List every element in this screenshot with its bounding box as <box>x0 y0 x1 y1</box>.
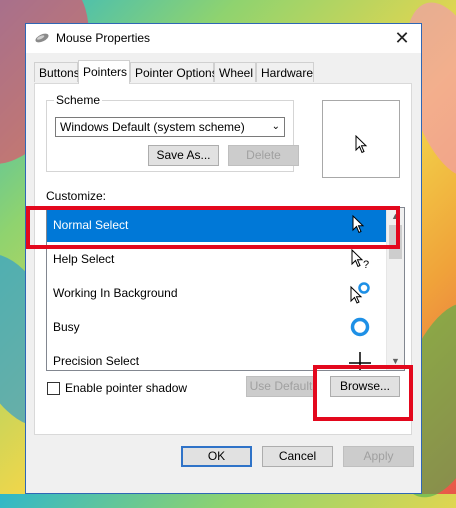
list-item-label: Precision Select <box>53 354 140 368</box>
tab-hardware[interactable]: Hardware <box>256 62 314 82</box>
list-item-label: Normal Select <box>53 218 129 232</box>
delete-button[interactable]: Delete <box>228 145 299 166</box>
ok-button[interactable]: OK <box>181 446 252 467</box>
enable-pointer-shadow-checkbox[interactable] <box>47 382 60 395</box>
scheme-select[interactable]: Windows Default (system scheme) ⌄ <box>55 117 285 137</box>
list-item[interactable]: Normal Select <box>47 208 389 242</box>
tab-wheel[interactable]: Wheel <box>214 62 256 82</box>
tab-strip: Buttons Pointers Pointer Options Wheel H… <box>34 60 414 84</box>
customize-label: Customize: <box>46 189 107 203</box>
pointers-panel: Scheme Windows Default (system scheme) ⌄… <box>34 83 412 435</box>
scroll-down-icon[interactable]: ▼ <box>387 353 404 370</box>
tab-buttons[interactable]: Buttons <box>34 62 80 82</box>
tab-pointers[interactable]: Pointers <box>78 60 130 84</box>
apply-button[interactable]: Apply <box>343 446 414 467</box>
arrow-cursor-icon <box>352 214 365 234</box>
scheme-select-value: Windows Default (system scheme) <box>60 120 245 134</box>
scroll-thumb[interactable] <box>389 225 402 259</box>
cursor-list[interactable]: Normal Select Help Select ? Working In B… <box>46 207 405 371</box>
list-item[interactable]: Busy <box>47 310 389 344</box>
list-item[interactable]: Help Select ? <box>47 242 389 276</box>
list-item[interactable]: Working In Background <box>47 276 389 310</box>
list-item-label: Working In Background <box>53 286 178 300</box>
browse-button[interactable]: Browse... <box>330 376 400 397</box>
window-title: Mouse Properties <box>56 31 151 45</box>
mouse-properties-dialog: Mouse Properties ✕ Buttons Pointers Poin… <box>25 23 422 494</box>
use-default-button[interactable]: Use Default <box>246 376 316 397</box>
scheme-group: Scheme Windows Default (system scheme) ⌄… <box>46 93 299 172</box>
busy-cursor-icon <box>350 317 370 337</box>
list-item-label: Busy <box>53 320 80 334</box>
chevron-down-icon: ⌄ <box>271 121 280 132</box>
cursor-preview <box>322 100 400 178</box>
help-cursor-icon: ? <box>351 248 369 270</box>
close-button[interactable]: ✕ <box>383 24 421 53</box>
arrow-cursor-icon <box>355 135 368 154</box>
list-item-label: Help Select <box>53 252 115 266</box>
enable-pointer-shadow-label: Enable pointer shadow <box>65 381 188 395</box>
scheme-label: Scheme <box>54 93 103 107</box>
svg-text:?: ? <box>363 259 369 270</box>
close-icon: ✕ <box>394 28 410 48</box>
title-bar: Mouse Properties ✕ <box>26 24 421 53</box>
working-cursor-icon <box>350 282 370 304</box>
mouse-icon <box>35 33 49 43</box>
tab-pointer-options[interactable]: Pointer Options <box>130 62 218 82</box>
crosshair-cursor-icon <box>349 352 371 370</box>
scroll-up-icon[interactable]: ▲ <box>387 208 404 225</box>
list-item[interactable]: Precision Select <box>47 344 389 370</box>
cancel-button[interactable]: Cancel <box>262 446 333 467</box>
list-scrollbar[interactable]: ▲ ▼ <box>386 208 404 370</box>
save-as-button[interactable]: Save As... <box>148 145 219 166</box>
